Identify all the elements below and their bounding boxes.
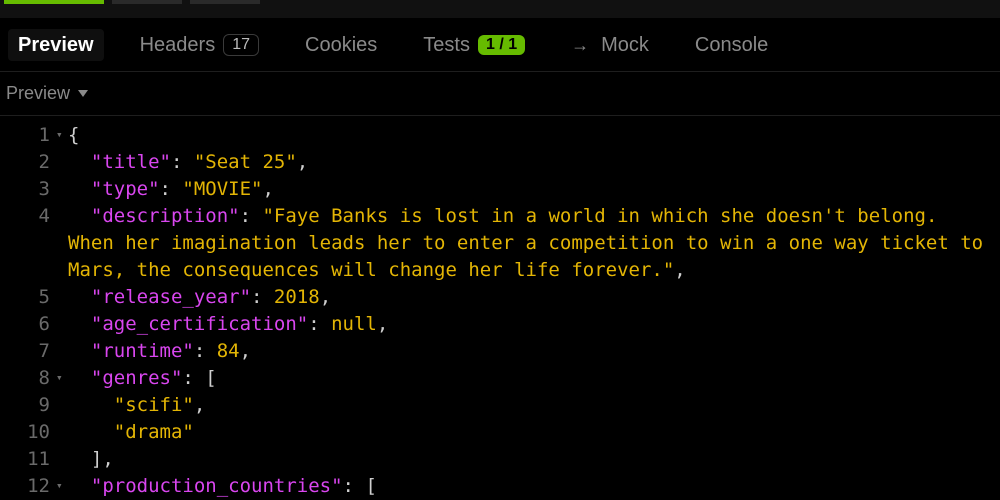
tab-console[interactable]: Console <box>685 29 778 61</box>
json-string: "Seat 25" <box>194 151 297 173</box>
chevron-down-icon <box>78 90 88 97</box>
code-line: 10 "drama" <box>0 419 1000 446</box>
colon: : <box>182 367 205 389</box>
fold-toggle-icon[interactable]: ▾ <box>56 473 68 494</box>
top-strip <box>0 0 1000 18</box>
json-string: "MOVIE" <box>182 178 262 200</box>
bracket-open: [ <box>365 475 376 497</box>
top-strip-segment <box>112 0 182 4</box>
json-key: "runtime" <box>91 340 194 362</box>
code-line: 5 "release_year": 2018, <box>0 284 1000 311</box>
headers-count-badge: 17 <box>223 34 259 56</box>
line-number: 8 <box>0 365 56 392</box>
line-number: 4 <box>0 203 56 230</box>
tab-preview[interactable]: Preview <box>8 29 104 61</box>
code-line: 3 "type": "MOVIE", <box>0 176 1000 203</box>
line-number: 11 <box>0 446 56 473</box>
code-line: 8 ▾ "genres": [ <box>0 365 1000 392</box>
tests-pass-badge: 1 / 1 <box>478 35 525 55</box>
json-key: "title" <box>91 151 171 173</box>
colon: : <box>240 205 263 227</box>
json-key: "age_certification" <box>91 313 308 335</box>
json-key: "type" <box>91 178 160 200</box>
line-number: 3 <box>0 176 56 203</box>
bracket-close: ] <box>91 448 102 470</box>
tab-tests[interactable]: Tests 1 / 1 <box>413 29 535 61</box>
tab-headers[interactable]: Headers 17 <box>130 28 269 62</box>
json-string: "scifi" <box>114 394 194 416</box>
comma: , <box>262 178 273 200</box>
preview-mode-selector[interactable]: Preview <box>0 72 1000 116</box>
comma: , <box>102 448 113 470</box>
brace-open: { <box>68 124 79 146</box>
comma: , <box>297 151 308 173</box>
code-line: 1 ▾ { <box>0 122 1000 149</box>
json-key: "production_countries" <box>91 475 343 497</box>
comma: , <box>240 340 251 362</box>
comma: , <box>194 394 205 416</box>
bracket-open: [ <box>205 367 216 389</box>
json-key: "release_year" <box>91 286 251 308</box>
line-number: 5 <box>0 284 56 311</box>
colon: : <box>160 178 183 200</box>
json-null: null <box>331 313 377 335</box>
comma: , <box>320 286 331 308</box>
tab-headers-label: Headers <box>140 35 216 55</box>
json-viewer: 1 ▾ { 2 "title": "Seat 25", 3 "type": "M… <box>0 116 1000 500</box>
code-line: 12 ▾ "production_countries": [ <box>0 473 1000 500</box>
code-line: 4 "description": "Faye Banks is lost in … <box>0 203 1000 284</box>
colon: : <box>194 340 217 362</box>
colon: : <box>251 286 274 308</box>
response-tabs: Preview Headers 17 Cookies Tests 1 / 1 →… <box>0 18 1000 72</box>
code-line: 9 "scifi", <box>0 392 1000 419</box>
line-number: 10 <box>0 419 56 446</box>
top-strip-segment-active <box>4 0 104 4</box>
tab-mock[interactable]: → Mock <box>561 29 659 61</box>
tab-tests-label: Tests <box>423 35 470 55</box>
colon: : <box>171 151 194 173</box>
json-number: 2018 <box>274 286 320 308</box>
code-line: 6 "age_certification": null, <box>0 311 1000 338</box>
colon: : <box>343 475 366 497</box>
arrow-right-icon: → <box>571 36 589 54</box>
code-line: 11 ], <box>0 446 1000 473</box>
line-number: 9 <box>0 392 56 419</box>
tab-cookies[interactable]: Cookies <box>295 29 387 61</box>
top-strip-segment <box>190 0 260 4</box>
json-number: 84 <box>217 340 240 362</box>
comma: , <box>674 259 685 281</box>
line-number: 6 <box>0 311 56 338</box>
tab-mock-label: Mock <box>601 35 649 55</box>
line-number: 2 <box>0 149 56 176</box>
fold-toggle-icon[interactable]: ▾ <box>56 122 68 143</box>
fold-toggle-icon[interactable]: ▾ <box>56 365 68 386</box>
preview-mode-label: Preview <box>6 83 70 104</box>
line-number: 1 <box>0 122 56 149</box>
line-number: 12 <box>0 473 56 500</box>
line-number: 7 <box>0 338 56 365</box>
json-key: "description" <box>91 205 240 227</box>
json-string: "drama" <box>114 421 194 443</box>
code-line: 2 "title": "Seat 25", <box>0 149 1000 176</box>
json-key: "genres" <box>91 367 183 389</box>
code-line: 7 "runtime": 84, <box>0 338 1000 365</box>
comma: , <box>377 313 388 335</box>
colon: : <box>308 313 331 335</box>
